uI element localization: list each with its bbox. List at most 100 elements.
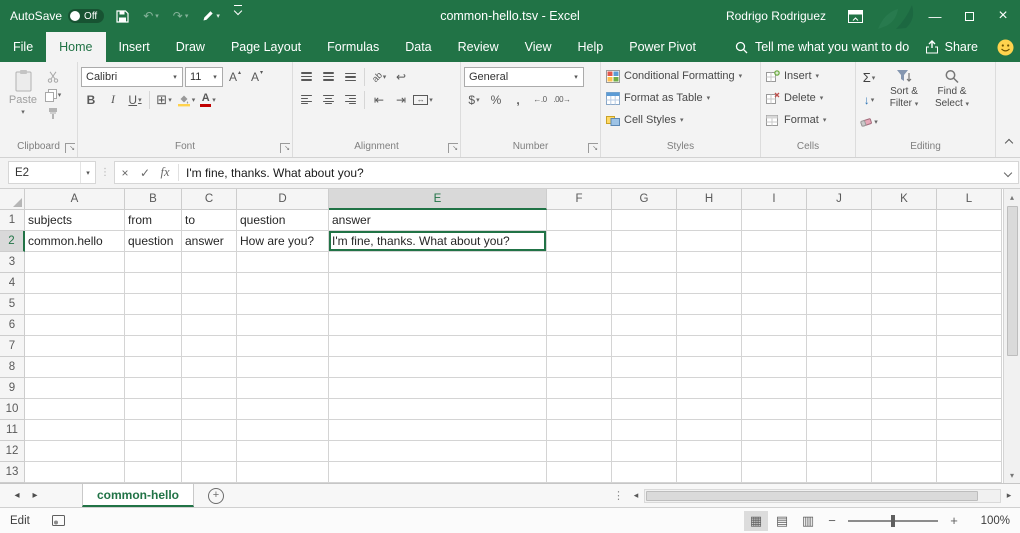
column-header-K[interactable]: K [872, 189, 937, 210]
zoom-in-button[interactable]: + [944, 513, 964, 528]
cell-G2[interactable] [612, 231, 677, 252]
cell-E11[interactable] [329, 420, 547, 441]
cell-G1[interactable] [612, 210, 677, 231]
scroll-up-button[interactable]: ▴ [1004, 189, 1020, 205]
cell-D5[interactable] [237, 294, 329, 315]
cell-C5[interactable] [182, 294, 237, 315]
tab-review[interactable]: Review [445, 32, 512, 62]
cell-D4[interactable] [237, 273, 329, 294]
format-cells-button[interactable]: Format ▾ [764, 109, 852, 131]
cell-H5[interactable] [677, 294, 742, 315]
cell-K11[interactable] [872, 420, 937, 441]
cell-B2[interactable]: question [125, 231, 182, 252]
cell-H1[interactable] [677, 210, 742, 231]
tell-me-box[interactable]: Tell me what you want to do [735, 32, 909, 62]
cell-I12[interactable] [742, 441, 807, 462]
cell-H7[interactable] [677, 336, 742, 357]
new-sheet-button[interactable]: + [208, 488, 224, 504]
cell-L7[interactable] [937, 336, 1002, 357]
cell-E1[interactable]: answer [329, 210, 547, 231]
cell-L5[interactable] [937, 294, 1002, 315]
cell-I13[interactable] [742, 462, 807, 483]
cut-button[interactable] [43, 69, 63, 85]
cell-J5[interactable] [807, 294, 872, 315]
align-right-button[interactable] [340, 90, 360, 110]
column-header-J[interactable]: J [807, 189, 872, 210]
vertical-scrollbar[interactable]: ▴ ▾ [1003, 189, 1020, 483]
underline-button[interactable]: U▾ [125, 90, 145, 110]
cell-B1[interactable]: from [125, 210, 182, 231]
next-sheet-button[interactable]: ▸ [26, 490, 44, 501]
scroll-left-button[interactable]: ◂ [628, 490, 644, 501]
cell-E5[interactable] [329, 294, 547, 315]
cell-G11[interactable] [612, 420, 677, 441]
row-header-8[interactable]: 8 [0, 357, 25, 378]
cell-J4[interactable] [807, 273, 872, 294]
cell-I6[interactable] [742, 315, 807, 336]
row-header-12[interactable]: 12 [0, 441, 25, 462]
autosave-switch[interactable]: Off [68, 9, 104, 23]
cell-L9[interactable] [937, 378, 1002, 399]
column-header-B[interactable]: B [125, 189, 182, 210]
tab-file[interactable]: File [0, 32, 46, 62]
cell-J8[interactable] [807, 357, 872, 378]
cell-I7[interactable] [742, 336, 807, 357]
cell-K1[interactable] [872, 210, 937, 231]
row-header-10[interactable]: 10 [0, 399, 25, 420]
cell-G12[interactable] [612, 441, 677, 462]
cell-F3[interactable] [547, 252, 612, 273]
cell-G7[interactable] [612, 336, 677, 357]
horizontal-scrollbar[interactable]: ◂ ▸ [628, 484, 1020, 507]
align-center-button[interactable] [318, 90, 338, 110]
cell-I8[interactable] [742, 357, 807, 378]
italic-button[interactable]: I [103, 90, 123, 110]
undo-button[interactable]: ↶▾ [141, 5, 161, 27]
font-dialog-launcher[interactable]: ↘ [280, 143, 290, 153]
cell-A5[interactable] [25, 294, 125, 315]
insert-function-button[interactable]: fx [155, 165, 175, 180]
column-header-A[interactable]: A [25, 189, 125, 210]
cell-L4[interactable] [937, 273, 1002, 294]
autosave-toggle[interactable]: AutoSave Off [10, 9, 104, 23]
tab-scrollbar-divider[interactable]: ⋮ [609, 489, 628, 502]
cell-K13[interactable] [872, 462, 937, 483]
cell-H4[interactable] [677, 273, 742, 294]
horizontal-scrollbar-track[interactable] [644, 489, 1001, 503]
cell-E7[interactable] [329, 336, 547, 357]
customize-quick-access-toolbar-button[interactable] [232, 5, 244, 27]
sheet-tab-common-hello[interactable]: common-hello [82, 484, 194, 507]
formula-bar-resize-handle[interactable]: ⋮ [100, 167, 110, 178]
cell-I5[interactable] [742, 294, 807, 315]
cell-E4[interactable] [329, 273, 547, 294]
cell-D11[interactable] [237, 420, 329, 441]
cell-F9[interactable] [547, 378, 612, 399]
cell-B9[interactable] [125, 378, 182, 399]
cell-A7[interactable] [25, 336, 125, 357]
row-header-13[interactable]: 13 [0, 462, 25, 483]
zoom-slider[interactable] [848, 520, 938, 522]
cell-D13[interactable] [237, 462, 329, 483]
cell-J9[interactable] [807, 378, 872, 399]
cell-E8[interactable] [329, 357, 547, 378]
column-header-G[interactable]: G [612, 189, 677, 210]
cell-C12[interactable] [182, 441, 237, 462]
cell-L1[interactable] [937, 210, 1002, 231]
zoom-level[interactable]: 100% [972, 515, 1010, 527]
cell-J10[interactable] [807, 399, 872, 420]
cell-E10[interactable] [329, 399, 547, 420]
cell-F11[interactable] [547, 420, 612, 441]
row-header-5[interactable]: 5 [0, 294, 25, 315]
cell-F5[interactable] [547, 294, 612, 315]
cell-H3[interactable] [677, 252, 742, 273]
insert-cells-button[interactable]: Insert ▾ [764, 65, 852, 87]
cell-F4[interactable] [547, 273, 612, 294]
cell-D6[interactable] [237, 315, 329, 336]
column-header-C[interactable]: C [182, 189, 237, 210]
column-header-E[interactable]: E [329, 189, 547, 210]
cell-F12[interactable] [547, 441, 612, 462]
previous-sheet-button[interactable]: ◂ [8, 490, 26, 501]
cell-H11[interactable] [677, 420, 742, 441]
tab-formulas[interactable]: Formulas [314, 32, 392, 62]
cell-B7[interactable] [125, 336, 182, 357]
cell-G5[interactable] [612, 294, 677, 315]
